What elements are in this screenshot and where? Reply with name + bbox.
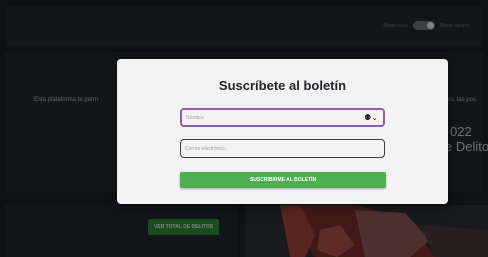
password-manager-key-icon[interactable]: ⚉⌄	[364, 114, 378, 122]
modal-title: Suscríbete al boletín	[218, 78, 347, 93]
name-field[interactable]: Nombre ⚉⌄	[180, 108, 385, 127]
name-placeholder: Nombre	[186, 114, 204, 121]
email-placeholder: Correo electrónico	[185, 145, 226, 152]
email-field[interactable]: Correo electrónico	[180, 139, 385, 158]
subscribe-button[interactable]: SUSCRIBIRME AL BOLETÍN	[180, 172, 386, 188]
newsletter-modal: Suscríbete al boletín Nombre ⚉⌄ Correo e…	[117, 59, 448, 204]
